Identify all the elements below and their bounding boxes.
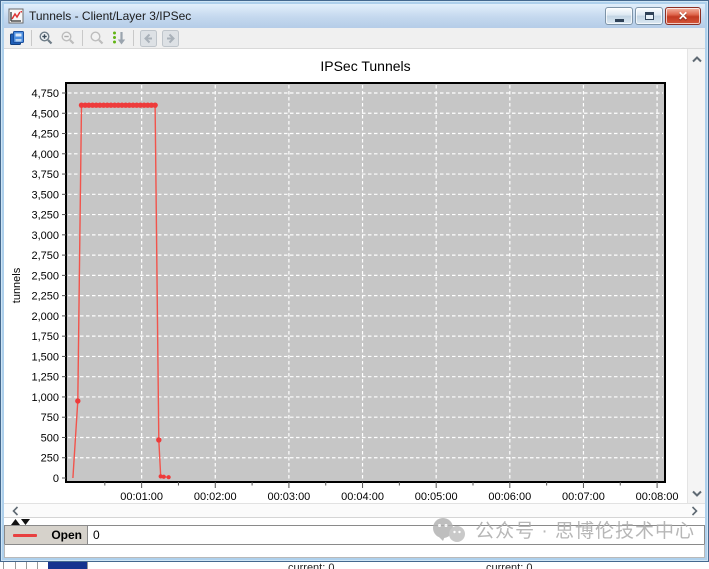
titlebar[interactable]: Tunnels - Client/Layer 3/IPSec ✕ xyxy=(4,4,705,28)
series-color-sample xyxy=(13,534,37,537)
scroll-left-icon[interactable] xyxy=(9,505,21,517)
table-grid-line xyxy=(37,562,38,569)
save-report-button[interactable] xyxy=(7,29,27,47)
svg-text:2,500: 2,500 xyxy=(31,270,59,282)
minimize-icon xyxy=(615,19,624,22)
svg-text:250: 250 xyxy=(41,453,59,465)
svg-text:00:02:00: 00:02:00 xyxy=(194,491,237,503)
legend-row[interactable]: Open 0 xyxy=(4,525,705,544)
back-button[interactable] xyxy=(138,29,158,47)
series-name-label: Open xyxy=(51,528,82,542)
svg-text:3,250: 3,250 xyxy=(31,210,59,222)
sort-descending-icon xyxy=(111,30,127,46)
svg-text:0: 0 xyxy=(53,473,59,485)
svg-text:1,500: 1,500 xyxy=(31,351,59,363)
selected-table-cell xyxy=(48,562,87,569)
svg-text:3,000: 3,000 xyxy=(31,230,59,242)
splitter-up-icon[interactable] xyxy=(11,519,20,525)
svg-text:00:03:00: 00:03:00 xyxy=(267,491,310,503)
forward-icon xyxy=(162,30,179,47)
toolbar-separator xyxy=(31,30,32,46)
forward-button[interactable] xyxy=(160,29,180,47)
svg-text:1,000: 1,000 xyxy=(31,392,59,404)
legend-splitter[interactable] xyxy=(4,518,705,525)
table-grid-line xyxy=(26,562,27,569)
background-current-label: current: 0 xyxy=(288,562,334,569)
ipsec-tunnels-plot[interactable]: IPSec Tunnels 0 250 500 750 1,000 1,250 1,500 1,… xyxy=(4,49,687,503)
legend-key-cell[interactable]: Open xyxy=(5,526,88,544)
maximize-icon xyxy=(645,12,654,20)
svg-text:1,750: 1,750 xyxy=(31,331,59,343)
window-title: Tunnels - Client/Layer 3/IPSec xyxy=(29,9,605,23)
svg-text:IPSec Tunnels: IPSec Tunnels xyxy=(320,58,410,74)
svg-text:2,250: 2,250 xyxy=(31,291,59,303)
zoom-in-button[interactable] xyxy=(36,29,56,47)
svg-text:tunnels: tunnels xyxy=(11,267,23,303)
back-icon xyxy=(140,30,157,47)
zoom-in-icon xyxy=(38,30,54,46)
svg-text:00:04:00: 00:04:00 xyxy=(341,491,384,503)
sort-descending-button[interactable] xyxy=(109,29,129,47)
background-app-strip: current: 0 current: 0 xyxy=(0,562,709,569)
chart-window-icon xyxy=(8,8,24,24)
zoom-out-icon xyxy=(60,30,76,46)
table-grid-line xyxy=(3,562,4,569)
zoom-select-icon xyxy=(89,30,105,46)
scroll-down-icon[interactable] xyxy=(691,487,703,499)
minimize-button[interactable] xyxy=(605,7,633,25)
scroll-right-icon[interactable] xyxy=(688,505,700,517)
toolbar xyxy=(4,28,705,49)
splitter-down-icon[interactable] xyxy=(21,519,30,525)
zoom-select-button[interactable] xyxy=(87,29,107,47)
svg-text:4,250: 4,250 xyxy=(31,129,59,141)
svg-text:00:07:00: 00:07:00 xyxy=(562,491,605,503)
svg-text:4,750: 4,750 xyxy=(31,88,59,100)
svg-text:500: 500 xyxy=(41,432,59,444)
svg-text:00:06:00: 00:06:00 xyxy=(488,491,531,503)
series-current-value[interactable]: 0 xyxy=(88,526,704,544)
svg-text:1,250: 1,250 xyxy=(31,372,59,384)
background-current-label: current: 0 xyxy=(486,562,532,569)
toolbar-separator xyxy=(133,30,134,46)
scroll-up-icon[interactable] xyxy=(691,53,703,65)
tunnels-chart[interactable]: IPSec Tunnels 0 250 500 750 1,000 1,250 1,500 1,… xyxy=(4,49,687,503)
svg-text:4,000: 4,000 xyxy=(31,149,59,161)
tunnels-window: Tunnels - Client/Layer 3/IPSec ✕ xyxy=(0,0,709,562)
svg-text:3,750: 3,750 xyxy=(31,169,59,181)
svg-text:00:01:00: 00:01:00 xyxy=(120,491,163,503)
table-grid-line xyxy=(15,562,16,569)
close-icon: ✕ xyxy=(678,10,688,22)
svg-text:2,000: 2,000 xyxy=(31,311,59,323)
table-grid-line xyxy=(87,562,88,569)
close-button[interactable]: ✕ xyxy=(665,7,701,25)
maximize-button[interactable] xyxy=(635,7,663,25)
svg-text:00:05:00: 00:05:00 xyxy=(415,491,458,503)
toolbar-separator xyxy=(82,30,83,46)
chart-client-area: IPSec Tunnels 0 250 500 750 1,000 1,250 1,500 1,… xyxy=(4,49,705,558)
vertical-scrollbar[interactable] xyxy=(687,49,705,503)
svg-text:00:08:00: 00:08:00 xyxy=(636,491,679,503)
svg-text:2,750: 2,750 xyxy=(31,250,59,262)
svg-text:4,500: 4,500 xyxy=(31,108,59,120)
save-report-icon xyxy=(9,30,25,46)
zoom-out-button[interactable] xyxy=(58,29,78,47)
svg-text:3,500: 3,500 xyxy=(31,189,59,201)
legend-empty-row xyxy=(4,544,705,558)
svg-text:750: 750 xyxy=(41,412,59,424)
horizontal-scrollbar[interactable] xyxy=(4,503,705,518)
